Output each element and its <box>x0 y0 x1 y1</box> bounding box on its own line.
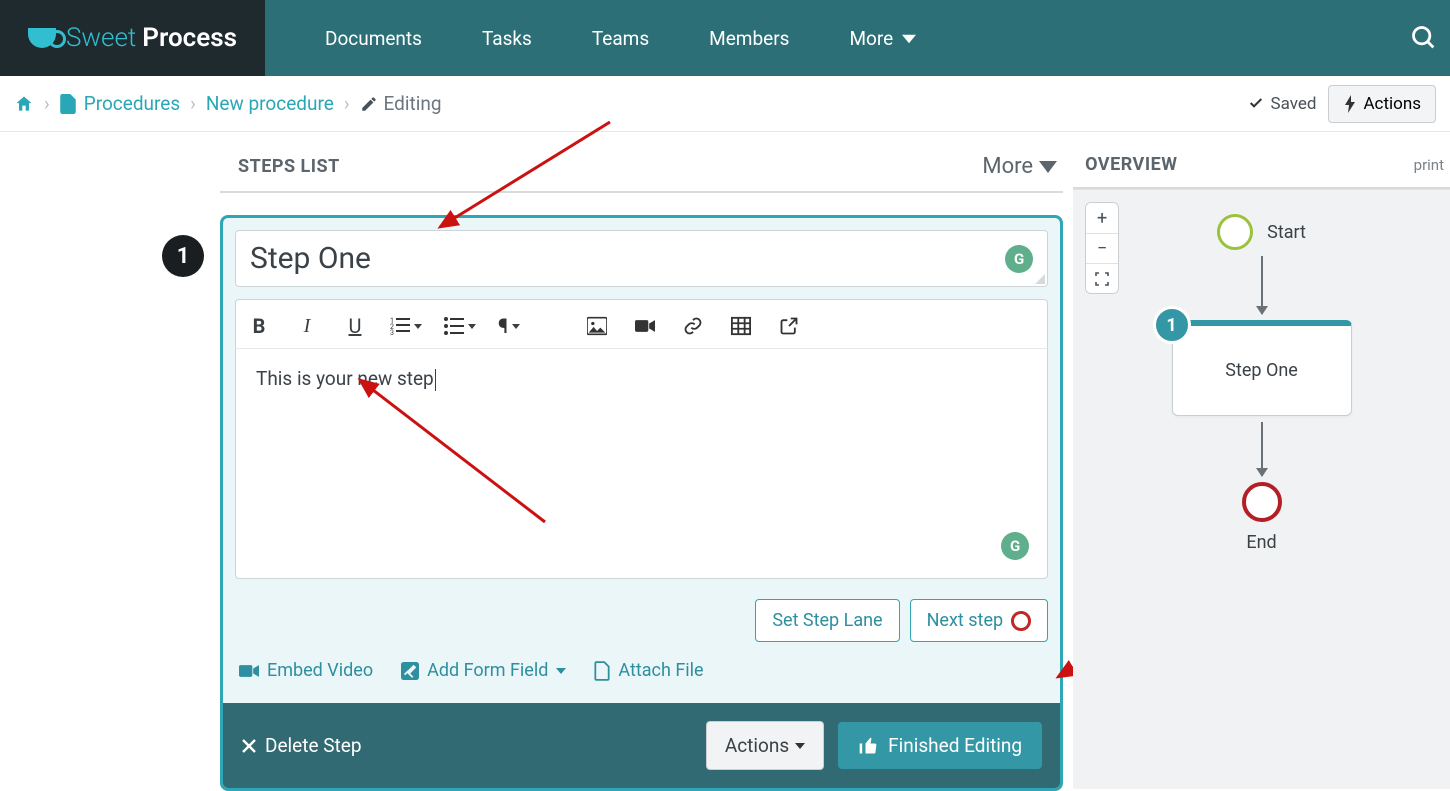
nav-more[interactable]: More <box>849 27 915 50</box>
end-label: End <box>1246 532 1276 553</box>
overview-header: OVERVIEW print <box>1073 132 1450 189</box>
ring-icon <box>1011 611 1031 631</box>
brand-b: Process <box>142 23 237 53</box>
top-nav: SweetProcess Documents Tasks Teams Membe… <box>0 0 1450 76</box>
crumb-new-procedure[interactable]: New procedure <box>206 92 334 115</box>
step-body-text: This is your new step <box>256 367 434 390</box>
nav-teams[interactable]: Teams <box>592 27 649 50</box>
set-step-lane-button[interactable]: Set Step Lane <box>755 599 899 642</box>
start-node[interactable] <box>1217 214 1253 250</box>
crumb-editing: Editing <box>384 92 442 115</box>
text-cursor <box>435 369 436 391</box>
thumbs-up-icon <box>858 736 878 756</box>
zoom-controls: + − <box>1085 202 1119 294</box>
step-body-editor[interactable]: This is your new step G <box>235 349 1048 579</box>
ordered-list-button[interactable]: 123 <box>390 317 422 335</box>
delete-step-button[interactable]: Delete Step <box>241 734 361 757</box>
svg-text:3: 3 <box>390 329 394 335</box>
image-button[interactable] <box>584 315 610 337</box>
breadcrumb: › Procedures › New procedure › Editing S… <box>0 76 1450 132</box>
add-form-field-button[interactable]: Add Form Field <box>401 660 566 681</box>
arrow-icon <box>1261 256 1263 314</box>
embed-video-button[interactable]: Embed Video <box>239 660 373 681</box>
unordered-list-button[interactable] <box>444 317 476 335</box>
brand-a: Sweet <box>66 23 136 53</box>
external-link-button[interactable] <box>776 315 802 337</box>
overview-canvas[interactable]: + − Start 1 Step One End <box>1073 189 1450 789</box>
nav-tasks[interactable]: Tasks <box>482 27 532 50</box>
flowchart: Start 1 Step One End <box>1172 214 1352 553</box>
end-node[interactable] <box>1242 482 1282 522</box>
grammarly-icon[interactable]: G <box>1001 532 1029 560</box>
step-node[interactable]: 1 Step One <box>1172 320 1352 416</box>
video-button[interactable] <box>632 315 658 337</box>
grammarly-icon[interactable]: G <box>1005 245 1033 273</box>
step-title-input[interactable] <box>250 241 1005 276</box>
step-node-label: Step One <box>1225 360 1298 381</box>
steps-list-title: STEPS LIST <box>238 156 340 177</box>
arrow-icon <box>1261 422 1263 476</box>
nav-documents[interactable]: Documents <box>325 27 422 50</box>
italic-button[interactable]: I <box>294 315 320 337</box>
step-title-field[interactable]: G <box>235 230 1048 287</box>
editor-toolbar: B I U 123 ¶ <box>235 299 1048 349</box>
steps-list-header: STEPS LIST More <box>220 132 1063 193</box>
print-link[interactable]: print <box>1414 156 1444 174</box>
cup-icon <box>28 28 56 48</box>
home-icon[interactable] <box>14 94 34 114</box>
steps-list-more[interactable]: More <box>982 154 1057 179</box>
zoom-fullscreen-button[interactable] <box>1086 263 1118 293</box>
page-actions-button[interactable]: Actions <box>1328 85 1436 123</box>
resize-handle-icon[interactable] <box>1035 274 1045 284</box>
nav-members[interactable]: Members <box>709 27 789 50</box>
zoom-in-button[interactable]: + <box>1086 203 1118 233</box>
step-footer: Delete Step Actions Finished Editing <box>223 703 1060 788</box>
attach-file-button[interactable]: Attach File <box>594 660 703 681</box>
next-step-button[interactable]: Next step <box>910 599 1049 642</box>
nav-links: Documents Tasks Teams Members More <box>265 0 1410 76</box>
saved-indicator: Saved <box>1248 94 1316 114</box>
overview-title: OVERVIEW <box>1085 154 1177 175</box>
link-button[interactable] <box>680 315 706 337</box>
bolt-icon <box>1343 95 1357 113</box>
bold-button[interactable]: B <box>246 315 272 337</box>
step-number-badge: 1 <box>162 235 204 277</box>
step-editor-card: G B I U 123 ¶ <box>220 215 1063 791</box>
finished-editing-button[interactable]: Finished Editing <box>838 722 1042 769</box>
crumb-procedures[interactable]: Procedures <box>84 92 180 115</box>
table-button[interactable] <box>728 315 754 337</box>
start-label: Start <box>1267 222 1306 243</box>
file-icon <box>60 94 76 114</box>
logo[interactable]: SweetProcess <box>0 0 265 76</box>
step-node-badge: 1 <box>1153 306 1191 344</box>
zoom-out-button[interactable]: − <box>1086 233 1118 263</box>
pencil-icon <box>360 95 378 113</box>
paragraph-format-button[interactable]: ¶ <box>498 314 520 338</box>
nav-search[interactable] <box>1410 0 1450 76</box>
underline-button[interactable]: U <box>342 315 368 337</box>
